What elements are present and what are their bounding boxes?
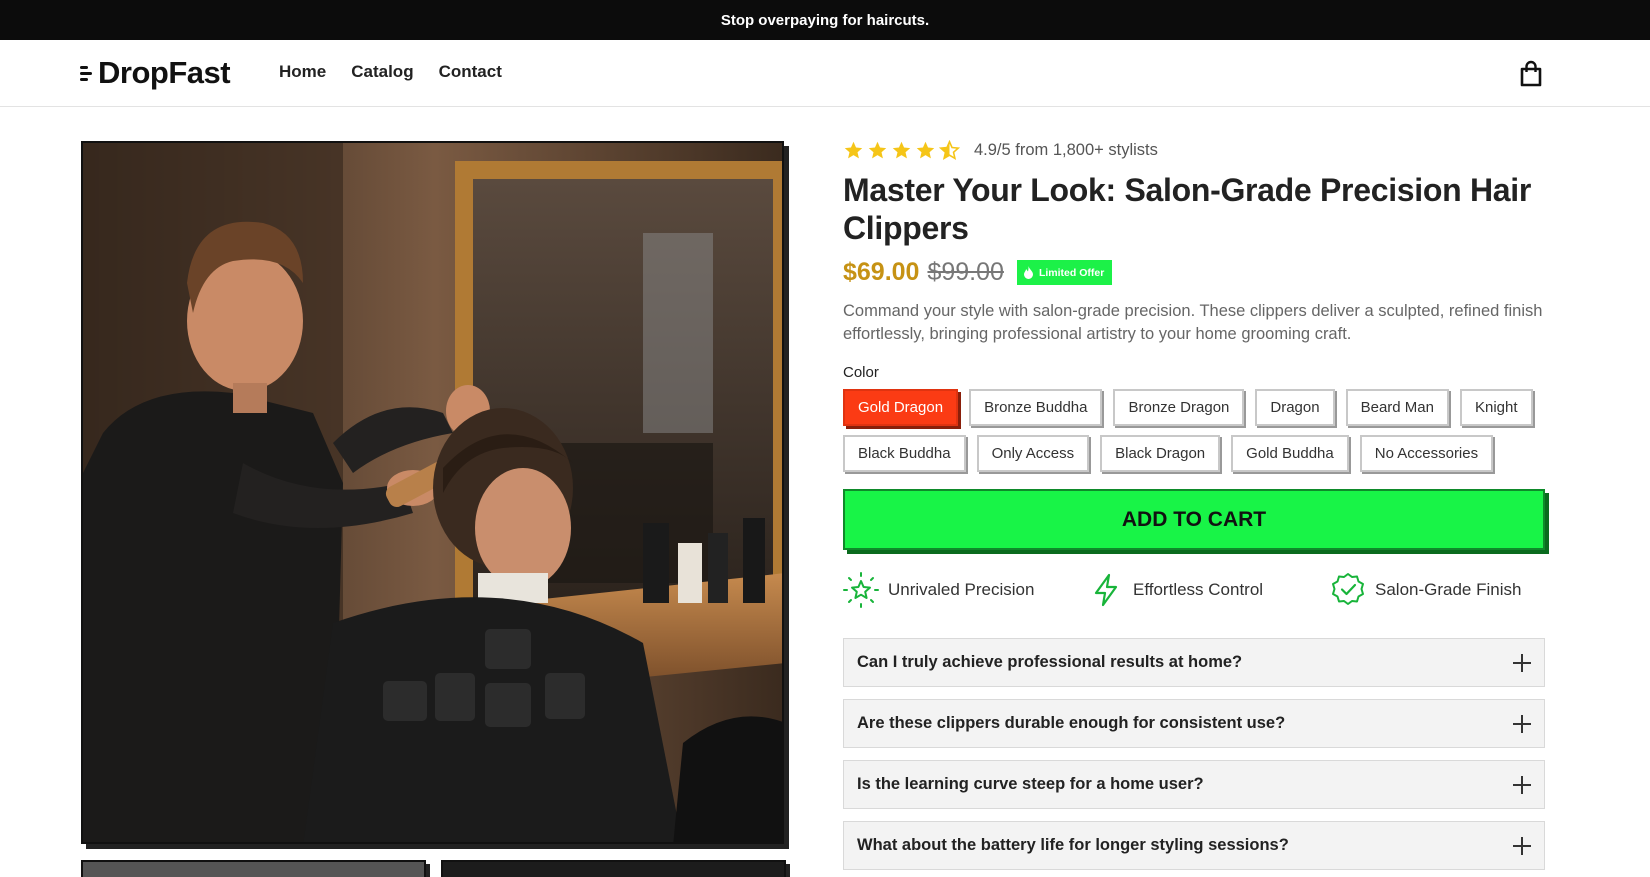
feature-item: Effortless Control — [1088, 572, 1263, 608]
faq-item[interactable]: What about the battery life for longer s… — [843, 821, 1545, 870]
product-thumbnail[interactable] — [81, 860, 426, 877]
product-description: Command your style with salon-grade prec… — [843, 302, 1543, 343]
nav-home[interactable]: Home — [279, 62, 326, 82]
feature-list: Unrivaled Precision Effortless Control S… — [843, 572, 1545, 610]
brand-name: DropFast — [98, 55, 231, 90]
rating-stars — [843, 140, 960, 161]
nav-contact[interactable]: Contact — [439, 62, 502, 82]
faq-question: Are these clippers durable enough for co… — [857, 714, 1286, 732]
limited-offer-badge: Limited Offer — [1016, 260, 1113, 285]
color-variant-selector: Gold Dragon Bronze Buddha Bronze Dragon … — [843, 389, 1543, 472]
site-header: DropFast Home Catalog Contact — [0, 40, 1650, 107]
lightning-icon — [1094, 573, 1118, 607]
product-thumbnail[interactable] — [441, 860, 786, 877]
feature-label: Effortless Control — [1133, 580, 1264, 599]
announcement-text: Stop overpaying for haircuts. — [720, 11, 930, 29]
plus-icon[interactable] — [1513, 653, 1531, 672]
star-icon — [868, 141, 887, 159]
faq-item[interactable]: Can I truly achieve professional results… — [843, 638, 1545, 687]
main-nav: Home Catalog Contact — [279, 62, 502, 82]
color-label: Color — [843, 364, 879, 381]
half-star-icon — [939, 140, 960, 160]
sparkle-star-icon — [843, 572, 879, 608]
variant-bronze-buddha[interactable]: Bronze Buddha — [969, 389, 1103, 426]
announcement-bar: Stop overpaying for haircuts. — [0, 0, 1650, 40]
compare-price: $99.00 — [927, 258, 1004, 286]
variant-beard-man[interactable]: Beard Man — [1345, 389, 1449, 426]
product-main-image[interactable] — [81, 141, 784, 844]
star-icon — [892, 141, 911, 159]
feature-item: Salon-Grade Finish — [1330, 572, 1521, 608]
faq-question: What about the battery life for longer s… — [857, 836, 1289, 854]
price-row: $69.00 $99.00 Limited Offer — [843, 258, 1113, 287]
plus-icon[interactable] — [1513, 836, 1531, 855]
brand-logo[interactable]: DropFast — [80, 54, 231, 92]
variant-only-access[interactable]: Only Access — [976, 435, 1090, 472]
star-icon — [844, 141, 863, 159]
variant-bronze-dragon[interactable]: Bronze Dragon — [1113, 389, 1245, 426]
plus-icon[interactable] — [1513, 714, 1531, 733]
rating-row: 4.9/5 from 1,800+ stylists — [843, 140, 1158, 161]
variant-dragon[interactable]: Dragon — [1255, 389, 1335, 426]
faq-item[interactable]: Are these clippers durable enough for co… — [843, 699, 1545, 748]
variant-gold-dragon[interactable]: Gold Dragon — [843, 389, 959, 426]
badge-label: Limited Offer — [1038, 266, 1105, 279]
add-to-cart-button[interactable]: ADD TO CART — [843, 489, 1545, 550]
plus-icon[interactable] — [1513, 775, 1531, 794]
sale-price: $69.00 — [843, 258, 920, 286]
feature-label: Salon-Grade Finish — [1375, 580, 1522, 599]
variant-black-buddha[interactable]: Black Buddha — [843, 435, 966, 472]
cart-icon[interactable] — [1518, 60, 1544, 88]
variant-no-accessories[interactable]: No Accessories — [1359, 435, 1494, 472]
faq-question: Is the learning curve steep for a home u… — [857, 775, 1204, 793]
variant-knight[interactable]: Knight — [1459, 389, 1533, 426]
faq-item[interactable]: Is the learning curve steep for a home u… — [843, 760, 1545, 809]
nav-catalog[interactable]: Catalog — [351, 62, 413, 82]
star-icon — [916, 141, 935, 159]
faq-question: Can I truly achieve professional results… — [857, 653, 1243, 671]
flame-icon — [1023, 266, 1033, 279]
logo-icon — [80, 63, 96, 83]
variant-gold-buddha[interactable]: Gold Buddha — [1231, 435, 1349, 472]
feature-item: Unrivaled Precision — [843, 572, 1034, 608]
rating-text: 4.9/5 from 1,800+ stylists — [974, 141, 1158, 159]
verified-badge-icon — [1332, 573, 1364, 605]
variant-black-dragon[interactable]: Black Dragon — [1100, 435, 1221, 472]
product-title: Master Your Look: Salon-Grade Precision … — [843, 172, 1532, 246]
feature-label: Unrivaled Precision — [888, 580, 1035, 599]
